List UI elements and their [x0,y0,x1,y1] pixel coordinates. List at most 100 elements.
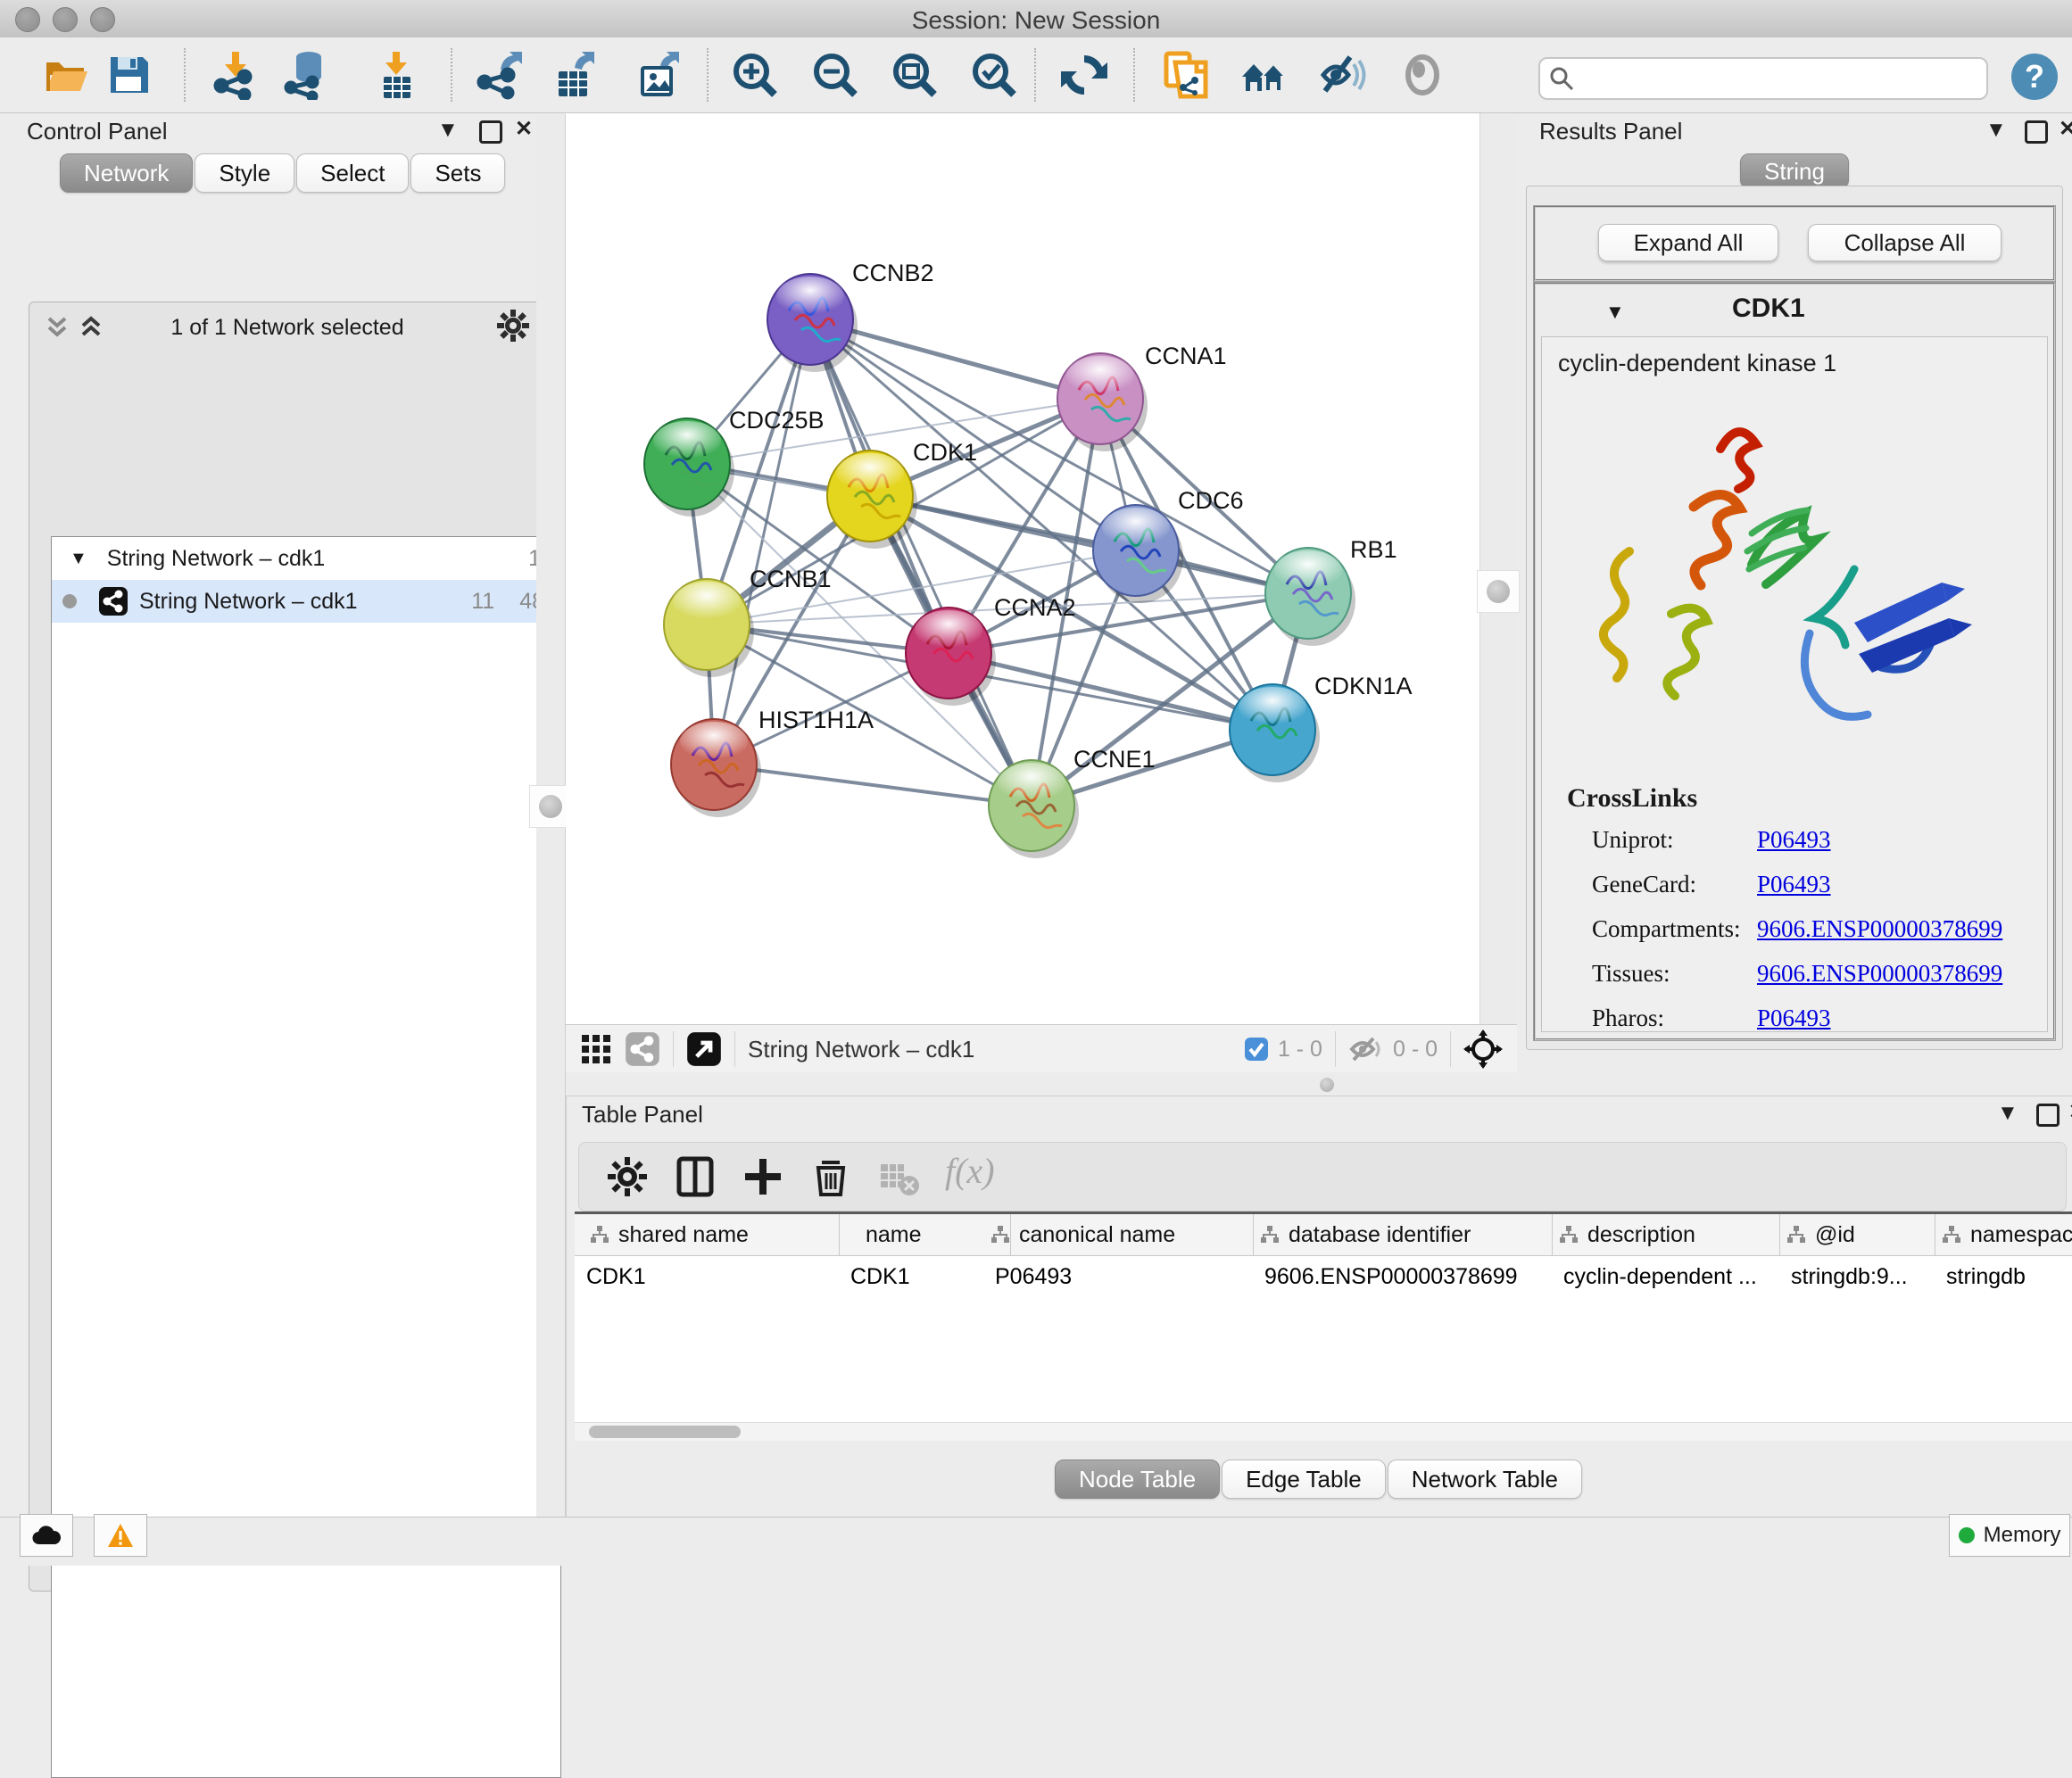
open-session-icon[interactable] [41,50,91,100]
string-results-container: Expand All Collapse All ▼ CDK1 cyclin-de… [1526,186,2063,1050]
tree-expander-icon[interactable]: ▼ [70,549,87,569]
crosslink-link[interactable]: 9606.ENSP00000378699 [1757,960,2002,988]
table-cell[interactable]: cyclin-dependent ... [1563,1256,1791,1297]
memory-button[interactable]: Memory [1949,1514,2070,1557]
horizontal-splitter-handle[interactable] [1320,1078,1334,1092]
tab-style[interactable]: Style [195,153,294,193]
zoom-out-icon[interactable] [810,50,860,100]
network-options-gear-icon[interactable] [495,308,531,343]
network-canvas[interactable]: CCNB2CCNA1CDC25BCDK1CDC6RB1CCNB1CCNA2CDK… [566,113,1479,1024]
crosslink-link[interactable]: P06493 [1757,826,1831,854]
results-panel-collapse-icon[interactable]: ▼ [1985,118,2007,143]
zoom-fit-icon[interactable] [890,50,940,100]
tab-sets[interactable]: Sets [410,153,505,193]
export-table-icon[interactable] [550,50,600,100]
crosslink-link[interactable]: 9606.ENSP00000378699 [1757,915,2002,943]
export-network-icon[interactable] [474,50,524,100]
string-view-icon[interactable] [625,1031,660,1067]
tab-node-table[interactable]: Node Table [1055,1460,1220,1499]
function-builder-icon[interactable]: f(x) [945,1150,995,1192]
search-input[interactable] [1581,61,1977,93]
selected-checkbox-icon[interactable] [1244,1037,1269,1062]
network-node-CCNE1[interactable]: CCNE1 [989,746,1156,858]
help-icon[interactable]: ? [2010,52,2060,102]
fit-selected-crosshair-icon[interactable] [1463,1030,1503,1069]
cloud-status-button[interactable] [20,1514,73,1557]
table-cell[interactable]: CDK1 [850,1256,995,1297]
results-panel-title: Results Panel [1539,118,1682,145]
network-node-CCNA1[interactable]: CCNA1 [1057,343,1227,451]
crosslink-link[interactable]: P06493 [1757,871,1831,898]
show-columns-icon[interactable] [674,1155,717,1198]
zoom-in-icon[interactable] [730,50,780,100]
delete-column-icon[interactable] [809,1155,852,1198]
right-splitter[interactable] [1479,113,1518,1024]
warning-status-button[interactable] [94,1514,147,1557]
expand-all-button[interactable]: Expand All [1598,224,1778,261]
copy-style-icon[interactable] [1161,50,1211,100]
delete-table-icon[interactable] [877,1155,920,1198]
network-node-HIST1H1A[interactable]: HIST1H1A [671,707,874,817]
control-panel-collapse-icon[interactable]: ▼ [437,118,459,143]
column-type-icon [1559,1225,1579,1245]
table-hscrollbar[interactable] [575,1422,2072,1441]
table-cell[interactable]: stringdb [1946,1256,2072,1297]
zoom-selected-icon[interactable] [969,50,1019,100]
export-image-icon[interactable] [634,50,684,100]
right-splitter-handle[interactable] [1477,570,1520,613]
table-gear-icon[interactable] [606,1155,649,1198]
column-header-canonical-name[interactable]: canonical name [983,1214,1254,1255]
import-database-icon[interactable] [282,50,332,100]
left-splitter[interactable] [536,114,567,1517]
hide-selected-icon[interactable] [1316,50,1366,100]
control-panel-float-icon[interactable] [479,120,502,144]
tab-select[interactable]: Select [296,153,409,193]
table-panel-float-icon[interactable] [2036,1104,2060,1127]
table-panel-title: Table Panel [582,1101,703,1129]
table-cell[interactable]: P06493 [995,1256,1264,1297]
table-cell[interactable]: 9606.ENSP00000378699 [1264,1256,1563,1297]
column-header-shared-name[interactable]: shared name [583,1214,840,1255]
table-cell[interactable]: stringdb:9... [1791,1256,1946,1297]
table-hscrollbar-thumb[interactable] [589,1426,741,1438]
results-panel-close-icon[interactable]: ✕ [2059,116,2072,142]
refresh-icon[interactable] [1059,50,1109,100]
column-header-@id[interactable]: @id [1779,1214,1935,1255]
network-tree-root-row[interactable]: ▼ String Network – cdk1 1 [52,537,560,580]
network-node-CDKN1A[interactable]: CDKN1A [1230,673,1413,782]
tab-edge-table[interactable]: Edge Table [1222,1460,1386,1499]
tab-network[interactable]: Network [60,153,193,193]
tab-string[interactable]: String [1740,153,1849,189]
tab-network-table[interactable]: Network Table [1388,1460,1582,1499]
table-panel-close-icon[interactable]: ✕ [2068,1099,2072,1125]
protein-structure-image[interactable] [1587,400,1979,774]
crosslink-link[interactable]: P06493 [1757,1005,1831,1032]
control-panel-close-icon[interactable]: ✕ [515,116,533,142]
collapse-all-button[interactable]: Collapse All [1808,224,2002,261]
hidden-eye-icon[interactable] [1348,1035,1384,1063]
column-header-description[interactable]: description [1552,1214,1780,1255]
column-header-database-identifier[interactable]: database identifier [1253,1214,1553,1255]
table-row[interactable]: CDK1CDK1P064939606.ENSP00000378699cyclin… [575,1256,2072,1297]
network-tree-network-row[interactable]: String Network – cdk1 11 48 [52,580,560,623]
save-session-icon[interactable] [104,50,153,100]
table-panel-collapse-icon[interactable]: ▼ [1997,1101,2018,1126]
network-node-CCNB1[interactable]: CCNB1 [664,566,832,677]
network-node-RB1[interactable]: RB1 [1265,536,1397,646]
table-cell[interactable]: CDK1 [586,1256,842,1297]
network-node-CDC25B[interactable]: CDC25B [644,407,825,517]
results-panel-float-icon[interactable] [2025,120,2048,144]
node-expander-icon[interactable]: ▼ [1605,301,1625,324]
import-table-icon[interactable] [369,50,419,100]
import-network-icon[interactable] [211,50,261,100]
birdseye-view-icon[interactable] [686,1031,722,1067]
network-node-CDK1[interactable]: CDK1 [827,439,977,549]
home-view-icon[interactable] [1239,50,1289,100]
network-edge-HIST1H1A-CCNE1[interactable] [714,765,1032,806]
column-header-namespace[interactable]: namespace [1935,1214,2072,1255]
grid-view-icon[interactable] [580,1033,612,1065]
show-all-icon[interactable] [1397,50,1447,100]
add-column-icon[interactable] [742,1155,784,1198]
hidden-node-edge-count: 0 - 0 [1393,1037,1438,1063]
search-box[interactable] [1538,57,1988,100]
